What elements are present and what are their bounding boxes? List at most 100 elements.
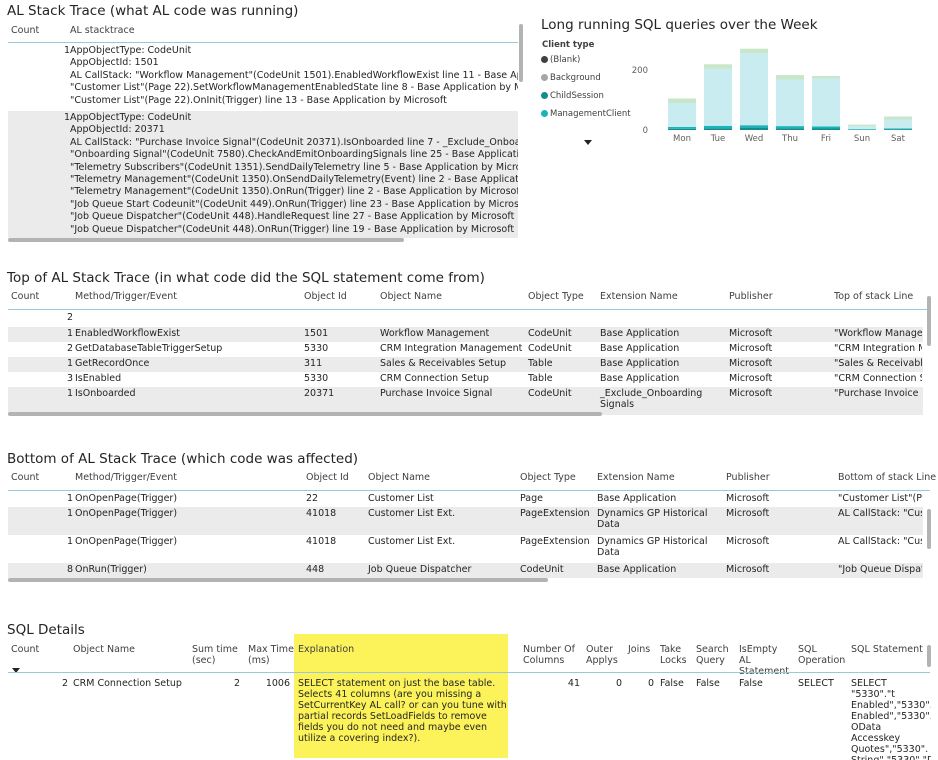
table-row[interactable]: 2 CRM Connection Setup 2 1006 SELECT sta… bbox=[8, 678, 931, 760]
sql-operation-header[interactable]: SQL Operation bbox=[798, 644, 846, 666]
chart-bar-segment[interactable] bbox=[883, 119, 913, 129]
top-stack-header-6[interactable]: Publisher bbox=[729, 291, 773, 302]
chart-bar-segment[interactable] bbox=[811, 126, 841, 129]
top-stack-header-4[interactable]: Object Type bbox=[528, 291, 584, 302]
top-stack-cell: 311 bbox=[304, 358, 323, 369]
sql-outer-applys-header[interactable]: Outer Applys bbox=[586, 644, 622, 666]
bottom-stack-header-4[interactable]: Object Type bbox=[520, 472, 576, 483]
bottom-stack-header-0[interactable]: Count bbox=[11, 472, 39, 483]
chart-bar-segment[interactable] bbox=[847, 129, 877, 130]
sql-vertical-scrollbar[interactable] bbox=[927, 645, 931, 667]
y-tick-label: 200 bbox=[632, 66, 648, 76]
chart-bar-segment[interactable] bbox=[811, 128, 841, 131]
chart-bar-segment[interactable] bbox=[703, 68, 733, 126]
chart-bar-segment[interactable] bbox=[667, 103, 697, 127]
table-row[interactable]: 1 OnOpenPage(Trigger) 41018 Customer List E… bbox=[8, 507, 923, 535]
legend-item-blank[interactable]: (Blank) bbox=[541, 55, 580, 65]
legend-scroll-down-icon[interactable] bbox=[584, 140, 592, 145]
legend-title: Client type bbox=[542, 40, 595, 50]
chart-bar-segment[interactable] bbox=[847, 124, 877, 127]
sql-count-header[interactable]: Count bbox=[11, 644, 39, 655]
sql-columns-header[interactable]: Number Of Columns bbox=[523, 644, 579, 666]
chart-bar-segment[interactable] bbox=[667, 128, 697, 130]
al-stack-vertical-scrollbar[interactable] bbox=[519, 24, 523, 82]
sql-statement-header[interactable]: SQL Statement bbox=[851, 644, 923, 655]
table-row[interactable]: 3 IsEnabled 5330 CRM Connection Setup Table B… bbox=[8, 372, 923, 387]
bottom-stack-cell: AL CallStack: "Custor bbox=[838, 508, 922, 519]
top-stack-header-7[interactable]: Top of stack Line bbox=[834, 291, 913, 302]
table-row[interactable]: 1 OnOpenPage(Trigger) 41018 Customer List E… bbox=[8, 535, 923, 563]
legend-dot-icon bbox=[541, 92, 548, 99]
sql-row-sum: 2 bbox=[233, 678, 240, 689]
chart-bar-segment[interactable] bbox=[775, 126, 805, 129]
chart-bar-segment[interactable] bbox=[775, 75, 805, 80]
bottom-stack-header-7[interactable]: Bottom of stack Line bbox=[838, 472, 936, 483]
chart-bar-segment[interactable] bbox=[883, 116, 913, 120]
bottom-stack-cell: 22 bbox=[306, 493, 319, 504]
chart-bar-segment[interactable] bbox=[703, 64, 733, 69]
table-row[interactable]: 1 IsOnboarded 20371 Purchase Invoice Signal… bbox=[8, 387, 923, 415]
table-row[interactable]: 1 AppObjectType: CodeUnit AppObjectId: 1… bbox=[8, 44, 518, 108]
chart-bar-segment[interactable] bbox=[883, 128, 913, 130]
al-stack-count-header[interactable]: Count bbox=[11, 25, 39, 36]
chart-bar-segment[interactable] bbox=[739, 48, 769, 54]
chart-bar-segment[interactable] bbox=[703, 125, 733, 129]
table-row[interactable]: 2 GetDatabaseTableTriggerSetup 5330 CRM Int… bbox=[8, 342, 923, 357]
bottom-stack-header-3[interactable]: Object Name bbox=[368, 472, 430, 483]
sql-sum-time-header[interactable]: Sum time (sec) bbox=[192, 644, 240, 666]
bottom-stack-vertical-scrollbar[interactable] bbox=[927, 509, 931, 549]
al-stack-row2-lines: AppObjectType: CodeUnit AppObjectId: 203… bbox=[70, 112, 518, 235]
legend-item-managementclient[interactable]: ManagementClient bbox=[541, 109, 631, 119]
table-row[interactable]: 1 GetRecordOnce 311 Sales & Receivables Set… bbox=[8, 357, 923, 372]
chart-bar-segment[interactable] bbox=[811, 78, 841, 127]
top-stack-cell: 1501 bbox=[304, 328, 329, 339]
al-stack-table-body[interactable]: 1 AppObjectType: CodeUnit AppObjectId: 1… bbox=[8, 44, 518, 238]
top-stack-header-2[interactable]: Object Id bbox=[304, 291, 347, 302]
x-tick-label: Mon bbox=[673, 134, 691, 144]
bottom-stack-horizontal-scrollbar[interactable] bbox=[8, 578, 548, 582]
top-stack-header-0[interactable]: Count bbox=[11, 291, 39, 302]
table-row[interactable]: 1 OnOpenPage(Trigger) 22 Customer List Page B… bbox=[8, 492, 923, 507]
chart-bar-segment[interactable] bbox=[811, 76, 841, 79]
bottom-stack-header-2[interactable]: Object Id bbox=[306, 472, 349, 483]
al-stack-trace-header[interactable]: AL stacktrace bbox=[70, 25, 135, 36]
chart-bar-segment[interactable] bbox=[739, 53, 769, 126]
chart-bar-segment[interactable] bbox=[739, 125, 769, 128]
top-stack-header-divider bbox=[8, 309, 930, 310]
bottom-stack-header-5[interactable]: Extension Name bbox=[597, 472, 675, 483]
top-stack-cell: Base Application bbox=[600, 373, 680, 384]
al-stack-horizontal-scrollbar[interactable] bbox=[8, 238, 404, 242]
sql-explanation-header[interactable]: Explanation bbox=[298, 644, 354, 655]
bottom-stack-header-6[interactable]: Publisher bbox=[726, 472, 770, 483]
chart-bar-segment[interactable] bbox=[667, 98, 697, 104]
chart-bar-segment[interactable] bbox=[667, 127, 697, 129]
top-stack-vertical-scrollbar[interactable] bbox=[927, 296, 931, 346]
legend-item-background[interactable]: Background bbox=[541, 73, 601, 83]
chart-bar-segment[interactable] bbox=[775, 128, 805, 130]
top-stack-cell: Table bbox=[528, 358, 553, 369]
top-stack-horizontal-scrollbar[interactable] bbox=[8, 412, 602, 416]
chart-bar-segment[interactable] bbox=[883, 129, 913, 130]
table-row[interactable]: 8 OnRun(Trigger) 448 Job Queue Dispatcher Co… bbox=[8, 563, 923, 578]
legend-item-childsession[interactable]: ChildSession bbox=[541, 91, 604, 101]
bottom-stack-header-1[interactable]: Method/Trigger/Event bbox=[75, 472, 177, 483]
table-row[interactable]: 1 AppObjectType: CodeUnit AppObjectId: 2… bbox=[8, 111, 518, 238]
chart-bar-segment[interactable] bbox=[847, 126, 877, 130]
bottom-stack-cell: OnOpenPage(Trigger) bbox=[75, 493, 178, 504]
x-tick-label: Thu bbox=[781, 134, 798, 144]
sql-search-query-header[interactable]: Search Query bbox=[696, 644, 732, 666]
sql-week-chart[interactable]: 0 200 Mon Tue Wed Thu Fri Sun Sat bbox=[620, 40, 935, 150]
sql-take-locks-header[interactable]: Take Locks bbox=[660, 644, 690, 666]
chart-bar-segment[interactable] bbox=[703, 128, 733, 130]
top-stack-header-3[interactable]: Object Name bbox=[380, 291, 442, 302]
chart-bar-segment[interactable] bbox=[775, 79, 805, 127]
sql-object-header[interactable]: Object Name bbox=[73, 644, 135, 655]
sql-max-time-header[interactable]: Max Time (ms) bbox=[248, 644, 294, 666]
top-stack-header-5[interactable]: Extension Name bbox=[600, 291, 678, 302]
chart-bar-segment[interactable] bbox=[739, 127, 769, 130]
table-row[interactable]: 2 bbox=[8, 311, 923, 327]
sql-row-count: 2 bbox=[61, 678, 68, 689]
top-stack-header-1[interactable]: Method/Trigger/Event bbox=[75, 291, 177, 302]
table-row[interactable]: 1 EnabledWorkflowExist 1501 Workflow Manage… bbox=[8, 327, 923, 342]
sql-joins-header[interactable]: Joins bbox=[628, 644, 650, 655]
